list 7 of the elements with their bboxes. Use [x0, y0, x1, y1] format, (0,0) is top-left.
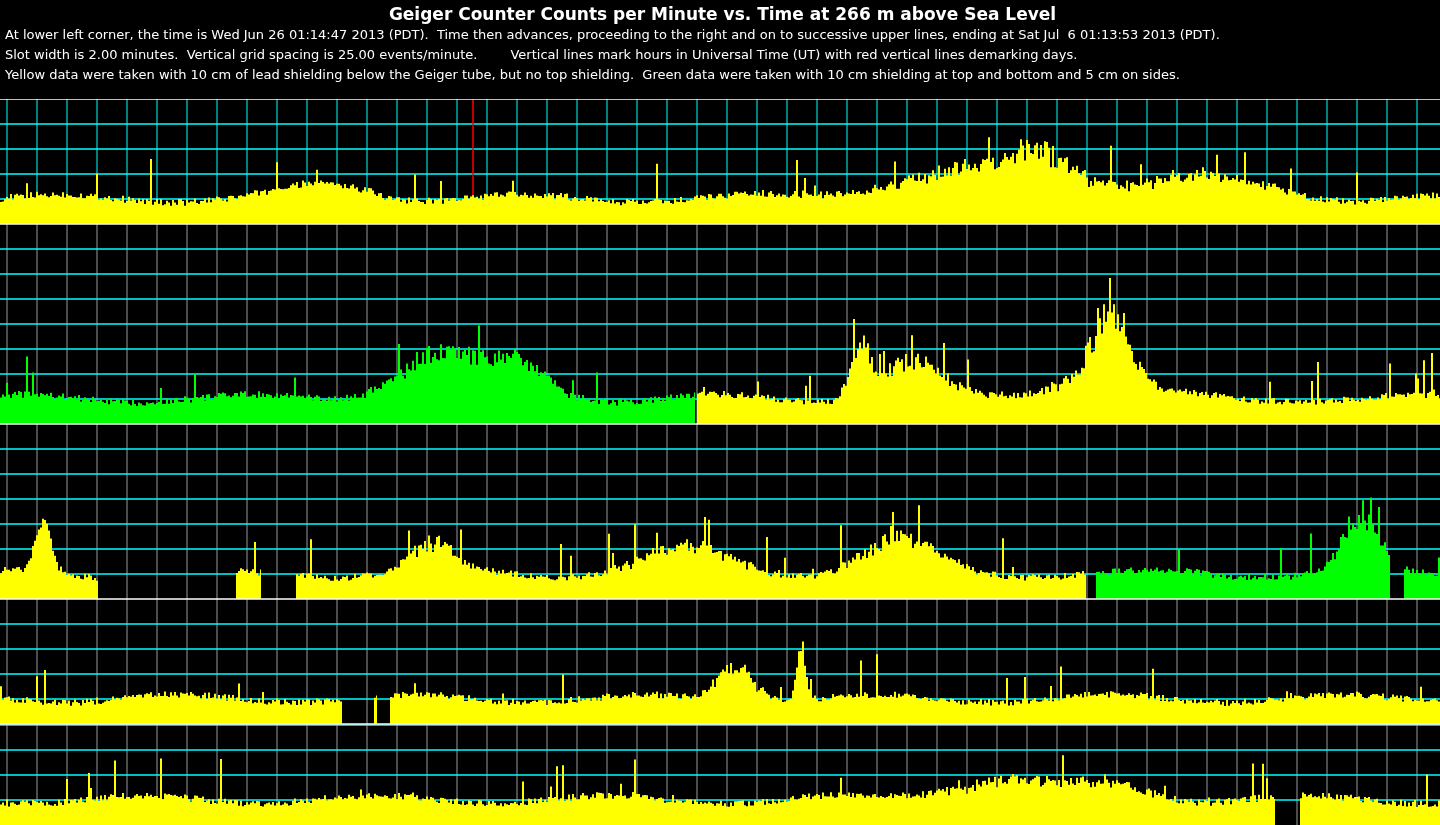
chart-title: Geiger Counter Counts per Minute vs. Time at 266 m above Sea Level — [388, 3, 1057, 25]
counts-area — [1404, 557, 1440, 599]
description-line: Slot width is 2.00 minutes. Vertical grid spacing is 25.00 events/minute. Vertical lines mark hours in Universal Time (UT) with red vertical lines demarking days. — [5, 46, 1079, 64]
counts-area — [236, 541, 261, 599]
description-line: Yellow data were taken with 10 cm of lead shielding below the Geiger tube, but no top shielding. Green data were taken with 10 cm shielding at top and bottom and 5 cm on sides. — [5, 66, 1181, 84]
description-line: At lower left corner, the time is Wed Jun 26 01:14:47 2013 (PDT). Time then advances, proceeding to the right and on to successive upper lines, ending at Sat Jul 6 01:13:53 2013 (PDT). — [5, 26, 1220, 44]
counts-area — [374, 695, 377, 724]
